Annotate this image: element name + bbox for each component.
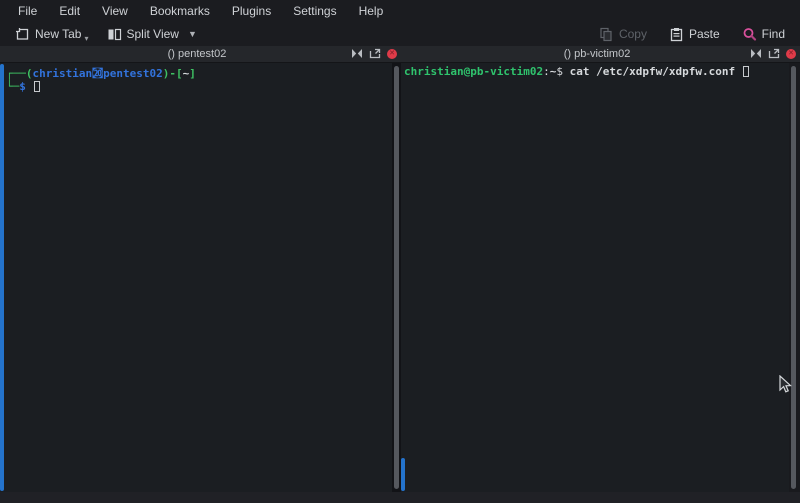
prompt-frame-bottom: └─ <box>6 80 19 93</box>
terminal-output: ┌──(christian㉉pentest02)-[~] └─$ <box>6 67 196 93</box>
right-pane-scrollbar-thumb[interactable] <box>401 458 405 491</box>
find-label: Find <box>762 27 785 41</box>
menu-view[interactable]: View <box>92 2 138 21</box>
split-view-chevron-down-icon[interactable]: ▼ <box>188 29 197 39</box>
left-pane-title[interactable]: () pentest02 <box>0 46 394 63</box>
prompt-symbol: $ <box>556 65 569 78</box>
prompt-separator: : <box>543 65 550 78</box>
split-view-button[interactable]: Split View ▼ <box>102 25 202 44</box>
menu-settings[interactable]: Settings <box>283 2 346 21</box>
detach-view-icon[interactable] <box>768 48 780 59</box>
prompt-frame-close: ] <box>189 67 196 80</box>
split-view-icon <box>107 27 122 42</box>
menu-help[interactable]: Help <box>349 2 394 21</box>
menu-bar: File Edit View Bookmarks Plugins Setting… <box>0 0 800 22</box>
menu-file[interactable]: File <box>8 2 47 21</box>
paste-button[interactable]: Paste <box>664 25 725 44</box>
expand-view-icon[interactable] <box>351 48 363 59</box>
typed-command: cat /etc/xdpfw/xdpfw.conf <box>570 65 742 78</box>
terminal-cursor <box>743 66 749 77</box>
right-pane-title[interactable]: () pb-victim02 <box>394 46 800 63</box>
split-view-headers: () pentest02 ✕ () pb-victim02 <box>0 46 800 63</box>
right-edge-scrollbar[interactable] <box>791 66 796 489</box>
split-divider-handle[interactable] <box>394 66 399 489</box>
menu-plugins[interactable]: Plugins <box>222 2 281 21</box>
terminal-pane-pb-victim02[interactable]: christian@pb-victim02:~$ cat /etc/xdpfw/… <box>401 63 789 492</box>
magnifier-find-icon <box>742 27 757 42</box>
split-view-label: Split View <box>127 27 179 41</box>
prompt-symbol: $ <box>19 80 26 93</box>
terminal-cursor <box>34 81 40 92</box>
window-bottom-strip <box>0 492 800 503</box>
expand-view-icon[interactable] <box>750 48 762 59</box>
paste-label: Paste <box>689 27 720 41</box>
copy-button[interactable]: Copy <box>594 25 652 44</box>
detach-view-icon[interactable] <box>369 48 381 59</box>
copy-icon <box>599 27 614 42</box>
prompt-user-host: christian@pb-victim02 <box>404 65 543 78</box>
right-edge-column <box>789 63 800 492</box>
close-view-icon[interactable]: ✕ <box>786 49 796 59</box>
new-tab-dropdown-caret[interactable]: ▾ <box>84 34 88 43</box>
konsole-window: File Edit View Bookmarks Plugins Setting… <box>0 0 800 503</box>
split-view-body: ┌──(christian㉉pentest02)-[~] └─$ christi… <box>0 63 800 492</box>
menu-bookmarks[interactable]: Bookmarks <box>140 2 220 21</box>
find-button[interactable]: Find <box>737 25 790 44</box>
prompt-frame-mid: )-[ <box>163 67 183 80</box>
split-divider[interactable] <box>392 63 401 492</box>
left-pane-scrollbar-thumb[interactable] <box>0 64 4 491</box>
right-pane-header-controls: ✕ <box>750 48 796 59</box>
menu-edit[interactable]: Edit <box>49 2 90 21</box>
terminal-pane-pentest02[interactable]: ┌──(christian㉉pentest02)-[~] └─$ <box>0 63 392 492</box>
tab-new-icon <box>15 27 30 42</box>
copy-label: Copy <box>619 27 647 41</box>
prompt-user-host: christian㉉pentest02 <box>33 67 163 80</box>
terminal-output: christian@pb-victim02:~$ cat /etc/xdpfw/… <box>404 65 749 78</box>
new-tab-button[interactable]: New Tab ▾ <box>10 25 96 44</box>
clipboard-paste-icon <box>669 27 684 42</box>
toolbar: New Tab ▾ Split View ▼ Cop <box>0 22 800 46</box>
new-tab-label: New Tab <box>35 27 81 41</box>
prompt-frame-open: ┌──( <box>6 67 33 80</box>
left-pane-header-controls: ✕ <box>351 48 397 59</box>
